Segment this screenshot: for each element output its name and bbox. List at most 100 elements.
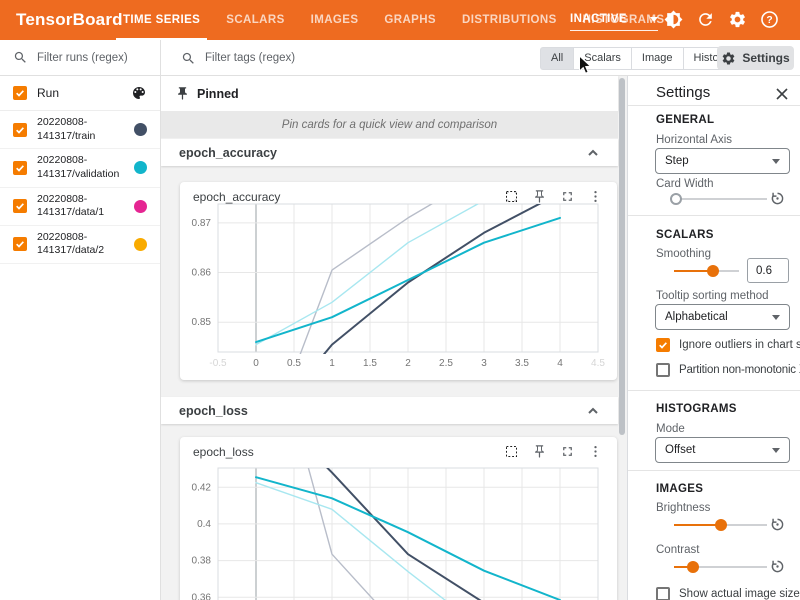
run-row[interactable]: 20220808-141317/data/2 [0, 226, 160, 264]
scrollbar-thumb[interactable] [619, 78, 625, 435]
section-header-epoch-loss[interactable]: epoch_loss [161, 397, 618, 424]
fullscreen-icon[interactable] [560, 189, 575, 204]
tab-images[interactable]: IMAGES [298, 0, 372, 40]
mode-label: Mode [656, 423, 685, 435]
settings-gear-icon [721, 51, 736, 66]
actual-size-checkbox[interactable] [656, 587, 670, 600]
tag-filter-input[interactable] [205, 52, 405, 64]
run-color-dot [134, 200, 147, 213]
section-header-epoch-accuracy[interactable]: epoch_accuracy [161, 139, 618, 166]
svg-text:4.5: 4.5 [591, 358, 605, 369]
slider-thumb[interactable] [670, 193, 682, 205]
chevron-down-icon [772, 315, 780, 320]
filter-image-button[interactable]: Image [632, 47, 684, 70]
run-filter-row [0, 40, 160, 76]
tab-time-series[interactable]: TIME SERIES [110, 0, 213, 40]
settings-panel-title: Settings [656, 84, 710, 101]
histograms-heading: HISTOGRAMS [656, 403, 737, 415]
fit-domain-icon[interactable] [504, 444, 519, 459]
brightness-slider[interactable] [674, 518, 767, 532]
divider [628, 105, 800, 106]
ignore-outliers-row[interactable]: Ignore outliers in chart scaling [656, 338, 800, 352]
palette-icon [131, 85, 147, 101]
fullscreen-icon[interactable] [560, 444, 575, 459]
section-title: epoch_loss [179, 404, 586, 418]
chevron-up-icon[interactable] [586, 146, 600, 160]
pin-card-icon[interactable] [532, 444, 547, 459]
filter-all-button[interactable]: All [540, 47, 574, 70]
svg-text:3.5: 3.5 [515, 358, 529, 369]
card-width-slider[interactable] [674, 192, 767, 206]
run-checkbox[interactable] [13, 123, 27, 137]
run-row[interactable]: 20220808-141317/data/1 [0, 188, 160, 226]
chart-card-title: epoch_loss [193, 445, 254, 459]
svg-text:0: 0 [253, 358, 259, 369]
pinned-hint-text: Pin cards for a quick view and compariso… [161, 111, 618, 138]
chevron-down-icon [772, 448, 780, 453]
scalars-heading: SCALARS [656, 229, 714, 241]
help-icon[interactable]: ? [760, 10, 779, 29]
svg-text:0.4: 0.4 [197, 519, 211, 530]
run-checkbox[interactable] [13, 237, 27, 251]
main-scrollbar [619, 76, 626, 600]
more-options-icon[interactable] [588, 189, 603, 204]
pinned-title: Pinned [197, 87, 239, 101]
tooltip-sorting-value: Alphabetical [665, 311, 772, 323]
reset-card-width-icon[interactable] [769, 190, 786, 207]
brightness-label: Brightness [656, 502, 710, 514]
actual-size-row[interactable]: Show actual image size [656, 587, 800, 600]
epoch-accuracy-chart[interactable]: 0.850.860.8700.511.522.533.54-0.54.5 [180, 182, 617, 380]
run-column-label: Run [37, 86, 131, 100]
tab-graphs[interactable]: GRAPHS [371, 0, 449, 40]
run-name: 20220808-141317/train [37, 116, 134, 143]
actual-size-label: Show actual image size [679, 588, 800, 600]
refresh-icon[interactable] [696, 10, 715, 29]
contrast-slider[interactable] [674, 560, 767, 574]
svg-text:?: ? [766, 15, 772, 26]
histogram-mode-value: Offset [665, 444, 772, 456]
slider-thumb[interactable] [707, 265, 719, 277]
run-row[interactable]: 20220808-141317/validation [0, 149, 160, 187]
tab-distributions[interactable]: DISTRIBUTIONS [449, 0, 570, 40]
toggle-all-runs-checkbox[interactable] [13, 86, 27, 100]
smoothing-label: Smoothing [656, 248, 711, 260]
partition-x-row[interactable]: Partition non-monotonic X axis ? [656, 363, 800, 377]
reset-brightness-icon[interactable] [769, 516, 786, 533]
histogram-mode-select[interactable]: Offset [655, 437, 790, 463]
reload-status-select[interactable]: INACTIVE [570, 13, 658, 31]
partition-x-checkbox[interactable] [656, 363, 670, 377]
pin-card-icon[interactable] [532, 189, 547, 204]
svg-text:0.38: 0.38 [192, 556, 212, 567]
chart-card-epoch-loss: 0.360.380.40.42 epoch_loss [180, 437, 617, 600]
filter-scalars-button[interactable]: Scalars [574, 47, 632, 70]
smoothing-slider[interactable] [674, 264, 739, 278]
run-name: 20220808-141317/data/2 [37, 231, 134, 258]
tooltip-sorting-select[interactable]: Alphabetical [655, 304, 790, 330]
run-filter-input[interactable] [37, 52, 147, 64]
settings-gear-icon[interactable] [728, 10, 747, 29]
close-icon[interactable] [774, 86, 790, 102]
run-checkbox[interactable] [13, 161, 27, 175]
slider-thumb[interactable] [715, 519, 727, 531]
run-checkbox[interactable] [13, 199, 27, 213]
svg-text:1: 1 [329, 358, 335, 369]
more-options-icon[interactable] [588, 444, 603, 459]
reload-status-value: INACTIVE [570, 13, 627, 25]
epoch-loss-chart[interactable]: 0.360.380.40.42 [180, 437, 617, 600]
brightness-toggle-icon[interactable] [664, 10, 683, 29]
svg-text:0.36: 0.36 [192, 592, 212, 600]
chart-card-epoch-accuracy: 0.850.860.8700.511.522.533.54-0.54.5 epo… [180, 182, 617, 380]
slider-thumb[interactable] [687, 561, 699, 573]
run-row[interactable]: 20220808-141317/train [0, 111, 160, 149]
smoothing-value-input[interactable]: 0.6 [747, 258, 789, 283]
tag-filter-row [181, 40, 405, 76]
settings-button[interactable]: Settings [717, 46, 794, 70]
ignore-outliers-checkbox[interactable] [656, 338, 670, 352]
tab-scalars[interactable]: SCALARS [213, 0, 297, 40]
fit-domain-icon[interactable] [504, 189, 519, 204]
svg-text:0.86: 0.86 [192, 268, 212, 279]
chevron-up-icon[interactable] [586, 404, 600, 418]
horizontal-axis-select[interactable]: Step [655, 148, 790, 174]
divider [628, 470, 800, 471]
reset-contrast-icon[interactable] [769, 558, 786, 575]
